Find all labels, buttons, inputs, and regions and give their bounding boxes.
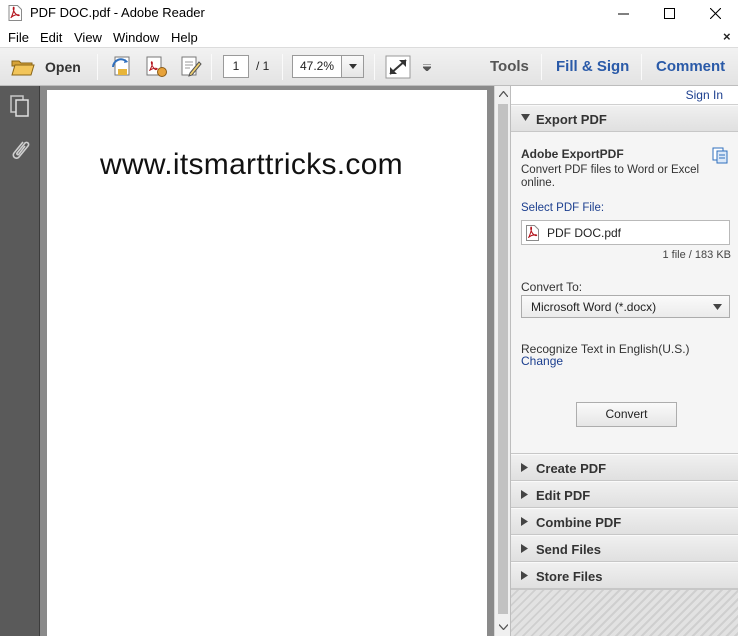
window-title: PDF DOC.pdf - Adobe Reader	[30, 5, 205, 20]
scroll-down-button[interactable]	[495, 619, 511, 635]
comment-pane-button[interactable]: Comment	[656, 58, 725, 75]
select-file-label: Select PDF File:	[521, 202, 605, 214]
format-dropdown[interactable]: Microsoft Word (*.docx)	[521, 295, 730, 318]
export-pdf-panel: Adobe ExportPDF Convert PDF files to Wor…	[511, 132, 738, 454]
convert-button[interactable]: Convert	[576, 402, 677, 427]
title-bar: PDF DOC.pdf - Adobe Reader	[0, 0, 738, 26]
scroll-up-button[interactable]	[495, 86, 511, 102]
chevron-down-icon	[348, 64, 357, 69]
edit-pdf-section-header[interactable]: Edit PDF	[511, 481, 738, 508]
minimize-icon	[617, 13, 629, 14]
menu-bar: File Edit View Window Help ×	[0, 26, 738, 48]
create-pdf-section-header[interactable]: Create PDF	[511, 454, 738, 481]
navigation-pane	[0, 86, 40, 636]
section-label: Create PDF	[536, 461, 607, 476]
customize-toolbar-icon[interactable]	[423, 64, 431, 71]
page-content-text: www.itsmarttricks.com	[100, 148, 403, 181]
triangle-right-icon	[521, 490, 528, 499]
combine-pdf-section-header[interactable]: Combine PDF	[511, 508, 738, 535]
share-document-icon[interactable]	[110, 55, 136, 79]
pdf-file-icon	[526, 225, 539, 241]
toolbar: Open 1 / 1 47.2% Tools Fill & Sign Comme…	[0, 48, 738, 86]
pdf-page: www.itsmarttricks.com	[47, 90, 487, 636]
maximize-button[interactable]	[646, 0, 692, 26]
close-icon	[709, 7, 721, 19]
menu-edit[interactable]: Edit	[40, 30, 62, 45]
attachments-paperclip-icon[interactable]	[9, 138, 31, 162]
scrollbar-thumb[interactable]	[498, 104, 508, 614]
section-label: Store Files	[536, 569, 603, 584]
pdf-file-icon	[8, 5, 22, 21]
export-description: Convert PDF files to Word or Excel onlin…	[521, 164, 700, 189]
panel-empty-area	[511, 589, 738, 636]
open-button[interactable]: Open	[45, 59, 81, 75]
adobe-reader-window: PDF DOC.pdf - Adobe Reader File Edit Vie…	[0, 0, 738, 636]
toolbar-divider	[97, 54, 98, 80]
triangle-down-icon	[521, 114, 530, 121]
section-label: Export PDF	[536, 112, 607, 127]
toolbar-divider	[541, 54, 542, 80]
triangle-right-icon	[521, 571, 528, 580]
edit-document-icon[interactable]	[178, 55, 204, 79]
chevron-up-icon	[498, 91, 508, 97]
file-name: PDF DOC.pdf	[547, 226, 622, 240]
page-thumbnails-icon[interactable]	[9, 94, 31, 118]
close-document-icon[interactable]: ×	[723, 29, 731, 44]
chevron-down-icon	[498, 624, 508, 630]
chevron-down-icon	[713, 304, 722, 310]
menu-view[interactable]: View	[74, 30, 102, 45]
triangle-right-icon	[521, 517, 528, 526]
toolbar-divider	[641, 54, 642, 80]
send-files-section-header[interactable]: Send Files	[511, 535, 738, 562]
file-size-info: 1 file / 183 KB	[662, 249, 732, 261]
triangle-right-icon	[521, 463, 528, 472]
convert-to-label: Convert To:	[521, 280, 583, 294]
zoom-dropdown-button[interactable]	[341, 55, 364, 78]
zoom-input[interactable]: 47.2%	[292, 55, 342, 78]
menu-window[interactable]: Window	[113, 30, 159, 45]
page-total: / 1	[256, 59, 270, 73]
sign-in-link[interactable]: Sign In	[686, 88, 723, 102]
export-service-title: Adobe ExportPDF	[521, 147, 624, 161]
store-files-section-header[interactable]: Store Files	[511, 562, 738, 589]
page-number-input[interactable]: 1	[223, 55, 249, 78]
change-language-link[interactable]: Change	[521, 354, 563, 368]
open-folder-icon[interactable]	[10, 55, 36, 79]
vertical-scrollbar[interactable]	[494, 86, 510, 636]
toolbar-divider	[374, 54, 375, 80]
triangle-right-icon	[521, 544, 528, 553]
export-pdf-section-header[interactable]: Export PDF	[511, 105, 738, 132]
sign-in-bar: Sign In	[511, 86, 738, 105]
selected-file-box[interactable]: PDF DOC.pdf	[521, 220, 730, 245]
full-screen-icon[interactable]	[385, 55, 411, 79]
section-label: Edit PDF	[536, 488, 591, 503]
document-view: www.itsmarttricks.com	[40, 86, 494, 636]
tools-panel: Sign In Export PDF Adobe ExportPDF Conve…	[510, 86, 738, 636]
cloud-documents-icon[interactable]	[711, 146, 729, 164]
format-value: Microsoft Word (*.docx)	[531, 300, 657, 314]
create-pdf-icon[interactable]	[143, 55, 169, 79]
toolbar-divider	[282, 54, 283, 80]
section-label: Combine PDF	[536, 515, 622, 530]
menu-file[interactable]: File	[8, 30, 29, 45]
toolbar-divider	[211, 54, 212, 80]
section-label: Send Files	[536, 542, 602, 557]
fill-sign-pane-button[interactable]: Fill & Sign	[556, 58, 629, 75]
minimize-button[interactable]	[600, 0, 646, 26]
tools-pane-button[interactable]: Tools	[490, 58, 529, 75]
maximize-icon	[663, 7, 675, 19]
menu-help[interactable]: Help	[171, 30, 198, 45]
close-button[interactable]	[692, 0, 738, 26]
